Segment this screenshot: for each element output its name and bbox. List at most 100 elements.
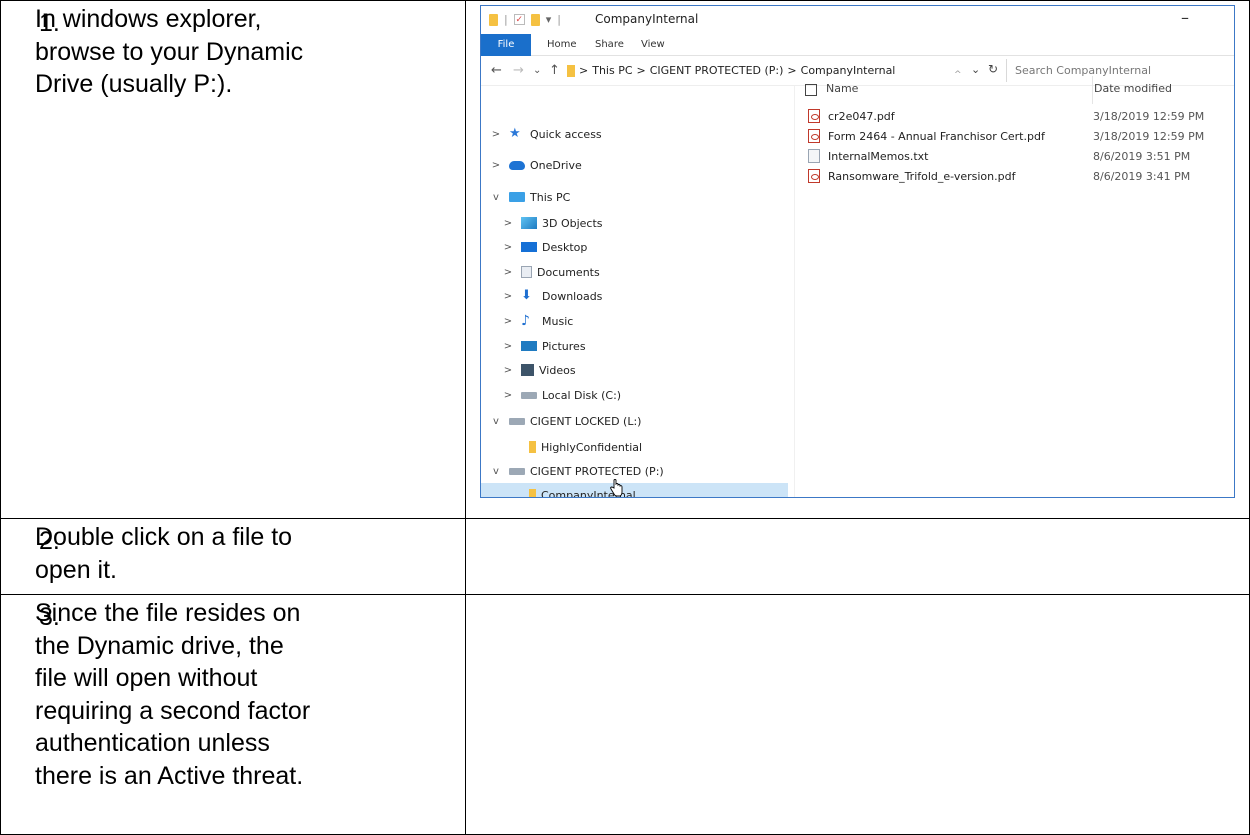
chevron-right-icon[interactable]: >: [503, 291, 513, 302]
step-number: 2.: [39, 527, 60, 555]
documents-icon: [521, 266, 532, 278]
tab-home[interactable]: Home: [547, 39, 577, 50]
chevron-right-icon[interactable]: >: [503, 242, 513, 253]
column-header-date[interactable]: Date modified: [1094, 82, 1172, 95]
pictures-icon: [521, 341, 537, 351]
back-arrow-icon[interactable]: ←: [491, 63, 502, 78]
nav-item-label: CIGENT LOCKED (L:): [530, 414, 642, 428]
forward-arrow-icon[interactable]: →: [513, 63, 524, 78]
nav-item-label: Downloads: [542, 289, 603, 303]
tab-share[interactable]: Share: [595, 39, 624, 50]
nav-item-this-pc[interactable]: v This PC: [481, 185, 788, 209]
chevron-right-icon[interactable]: >: [503, 365, 513, 376]
nav-item-label: OneDrive: [530, 158, 582, 172]
window-title: CompanyInternal: [595, 12, 699, 26]
nav-item-music[interactable]: > ♪ Music: [481, 309, 788, 333]
customize-toolbar-icon[interactable]: ▾: [546, 13, 552, 26]
step-text-line: In windows explorer,: [35, 5, 262, 33]
file-explorer-window: | ✓ ▾ | CompanyInternal – File Home Shar…: [480, 5, 1235, 498]
drive-icon: [509, 467, 525, 475]
nav-item-downloads[interactable]: > ⬇ Downloads: [481, 284, 788, 308]
chevron-down-icon[interactable]: v: [491, 192, 501, 203]
videos-icon: [521, 364, 534, 376]
file-row[interactable]: Ransomware_Trifold_e-version.pdf 8/6/2019…: [796, 167, 1234, 187]
file-row[interactable]: Form 2464 - Annual Franchisor Cert.pdf 3/…: [796, 127, 1234, 147]
nav-item-onedrive[interactable]: > OneDrive: [481, 153, 788, 177]
file-name: Form 2464 - Annual Franchisor Cert.pdf: [828, 130, 1045, 143]
ribbon-tabs: File Home Share View: [481, 34, 1234, 56]
sort-indicator-icon: ^: [954, 70, 962, 80]
file-row[interactable]: InternalMemos.txt 8/6/2019 3:51 PM: [796, 147, 1234, 167]
folder-icon: [529, 441, 536, 453]
file-date-modified: 3/18/2019 12:59 PM: [1093, 130, 1205, 143]
chevron-right-icon[interactable]: >: [503, 267, 513, 278]
breadcrumb-drive[interactable]: CIGENT PROTECTED (P:): [650, 64, 784, 77]
star-icon: ★: [509, 126, 521, 141]
breadcrumb-this-pc[interactable]: This PC: [592, 64, 632, 77]
nav-item-label: CIGENT PROTECTED (P:): [530, 464, 664, 478]
tab-view[interactable]: View: [641, 39, 665, 50]
folder-icon[interactable]: [489, 13, 498, 26]
empty-cell: [465, 518, 1250, 595]
drive-icon: [509, 417, 525, 425]
nav-item-cigent-locked-l[interactable]: v CIGENT LOCKED (L:): [481, 409, 788, 433]
pdf-file-icon: [808, 129, 820, 143]
up-arrow-icon[interactable]: ↑: [549, 63, 560, 78]
nav-item-label: Documents: [537, 265, 600, 279]
navigation-pane: > ★ Quick access > OneDrive v This PC >3D Objec…: [481, 86, 788, 497]
nav-item-companyinternal[interactable]: CompanyInternal: [481, 483, 788, 497]
nav-item-label: Quick access: [530, 127, 602, 141]
step-number: 1.: [39, 9, 60, 37]
step-text-line: requiring a second factor: [35, 696, 311, 725]
music-icon: ♪: [521, 313, 530, 329]
quick-access-toolbar: | ✓ ▾ |: [489, 13, 561, 26]
new-folder-icon[interactable]: [530, 13, 540, 26]
hand-cursor-icon: [610, 479, 623, 497]
pdf-file-icon: [808, 109, 820, 123]
step-text-line: there is an Active threat.: [35, 761, 304, 790]
disk-icon: [521, 391, 537, 399]
nav-item-3d-objects[interactable]: >3D Objects: [481, 211, 788, 235]
select-all-checkbox[interactable]: [805, 84, 817, 96]
step-text-line: browse to your Dynamic: [35, 37, 304, 66]
chevron-right-icon[interactable]: >: [503, 341, 513, 352]
step-cell-1: 1. In windows explorer, browse to your D…: [0, 0, 466, 519]
nav-item-highlyconfidential[interactable]: HighlyConfidential: [481, 435, 788, 459]
desktop-icon: [521, 242, 537, 252]
chevron-right-icon[interactable]: >: [491, 129, 501, 140]
file-name: Ransomware_Trifold_e-version.pdf: [828, 170, 1016, 183]
chevron-down-icon[interactable]: v: [491, 466, 501, 477]
nav-item-label: Pictures: [542, 339, 586, 353]
chevron-down-icon[interactable]: v: [491, 416, 501, 427]
column-divider[interactable]: [1092, 76, 1093, 104]
nav-item-documents[interactable]: > Documents: [481, 260, 788, 284]
nav-item-local-disk-c[interactable]: > Local Disk (C:): [481, 383, 788, 407]
nav-item-quick-access[interactable]: > ★ Quick access: [481, 122, 788, 146]
pane-divider[interactable]: [794, 86, 795, 497]
folder-icon: [567, 64, 575, 77]
chevron-right-icon[interactable]: >: [503, 316, 513, 327]
recent-locations-icon[interactable]: ⌄: [533, 65, 541, 76]
title-bar: | ✓ ▾ | CompanyInternal –: [481, 6, 1234, 34]
step-text-line: authentication unless: [35, 729, 270, 757]
column-header-name[interactable]: Name: [826, 82, 858, 95]
file-date-modified: 8/6/2019 3:41 PM: [1093, 170, 1191, 183]
step-row-3: 3. Since the file resides on the Dynamic…: [0, 594, 1250, 835]
minimize-button[interactable]: –: [1181, 8, 1189, 27]
tab-file[interactable]: File: [481, 34, 531, 56]
chevron-right-icon[interactable]: >: [491, 160, 501, 171]
nav-item-cigent-protected-p[interactable]: v CIGENT PROTECTED (P:): [481, 459, 788, 483]
nav-item-label: HighlyConfidential: [541, 440, 643, 454]
nav-item-videos[interactable]: > Videos: [481, 358, 788, 382]
step-text-line: Double click on a file to: [35, 523, 293, 551]
nav-item-desktop[interactable]: > Desktop: [481, 235, 788, 259]
properties-icon[interactable]: ✓: [513, 14, 525, 25]
chevron-right-icon[interactable]: >: [503, 218, 513, 229]
step-number: 3.: [39, 603, 60, 631]
toolbar-separator: |: [557, 13, 561, 26]
cloud-icon: [509, 160, 525, 170]
nav-item-pictures[interactable]: > Pictures: [481, 334, 788, 358]
file-row[interactable]: cr2e047.pdf 3/18/2019 12:59 PM: [796, 107, 1234, 127]
cube-icon: [521, 217, 537, 229]
chevron-right-icon[interactable]: >: [503, 390, 513, 401]
